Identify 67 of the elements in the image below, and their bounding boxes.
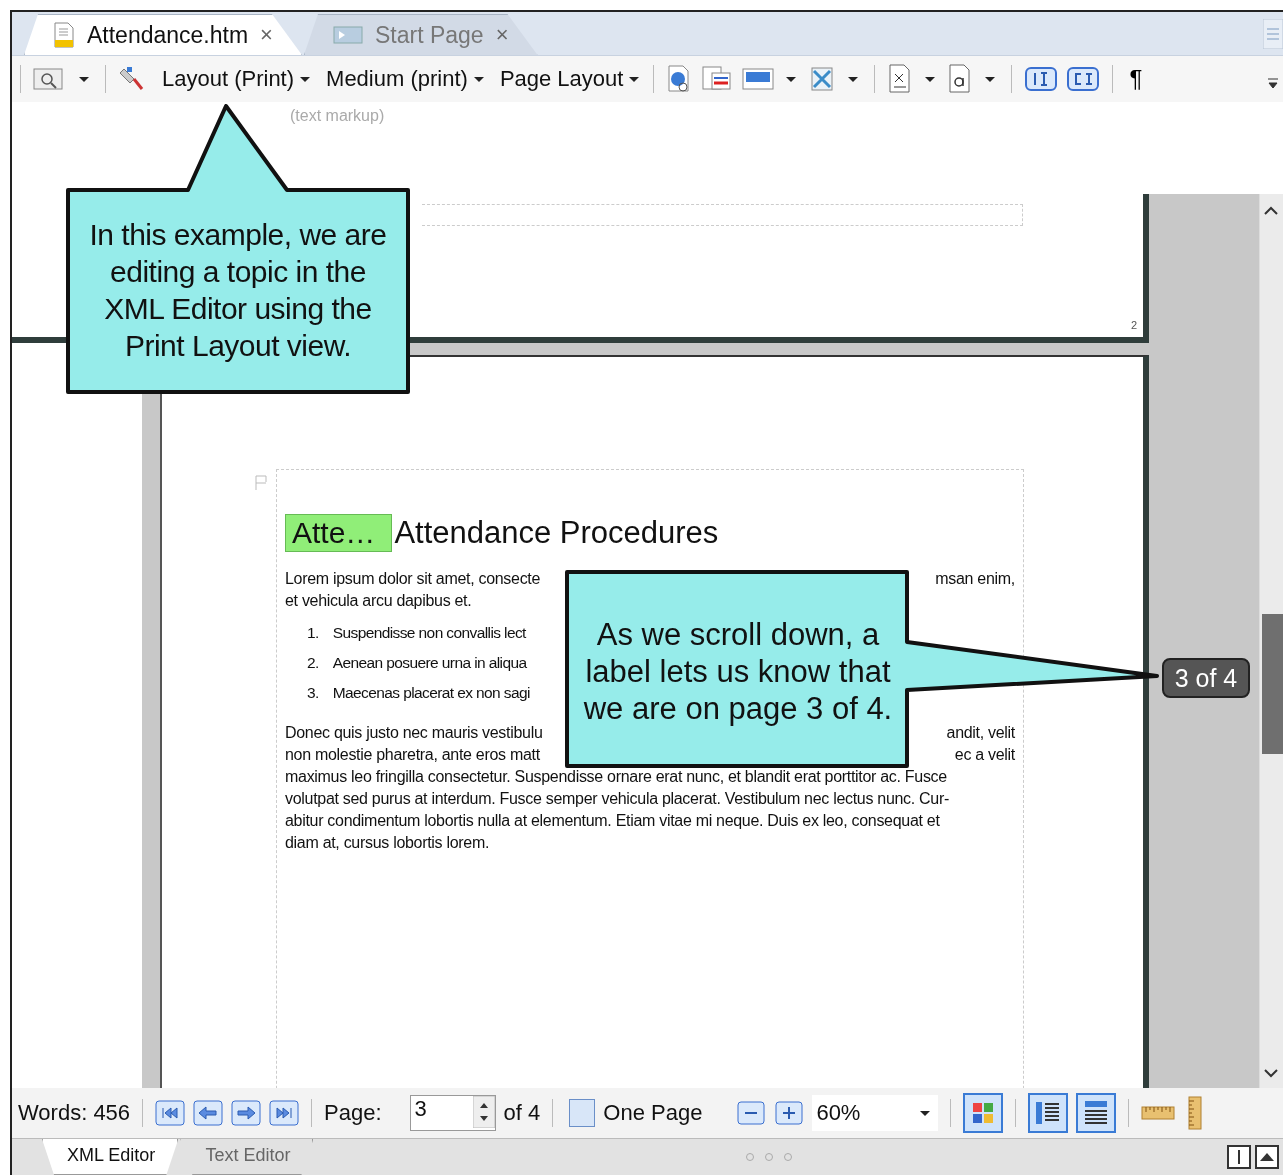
list-number: 3. — [307, 684, 319, 703]
page-indicator-label: 3 of 4 — [1162, 658, 1250, 698]
single-column-icon[interactable] — [1028, 1093, 1069, 1133]
close-icon[interactable]: × — [260, 22, 273, 48]
editor-tab[interactable]: XML Editor — [42, 1139, 179, 1175]
expand-icon[interactable] — [1255, 1145, 1279, 1169]
scroll-up-icon[interactable] — [1264, 206, 1278, 215]
page-total: of 4 — [503, 1100, 541, 1126]
show-marks-button[interactable]: ¶ — [1125, 65, 1147, 93]
info-tag-icon[interactable] — [1024, 65, 1059, 93]
body-text: ec a velit — [954, 745, 1015, 765]
word-count: Words: 456 — [18, 1100, 131, 1126]
body-text: Donec quis justo nec mauris vestibulu — [285, 723, 543, 743]
caret-icon[interactable] — [79, 76, 89, 82]
body-text: andit, velit — [946, 723, 1015, 743]
page-spinner[interactable]: 3 — [409, 1095, 496, 1131]
scrollbar-thumb[interactable] — [1262, 614, 1283, 754]
page-number: 2 — [1130, 319, 1137, 331]
caret-icon[interactable] — [786, 76, 797, 82]
zoom-out-icon[interactable] — [736, 1100, 767, 1126]
caret-icon[interactable] — [925, 76, 936, 82]
callout-text: As we scroll down, a label lets us know that we are on page 3 of 4. — [582, 616, 894, 727]
spin-arrows-icon[interactable] — [472, 1096, 495, 1128]
element-tag[interactable]: Atte… — [285, 514, 393, 552]
body-text: et vehicula arcu dapibus et. — [285, 591, 472, 611]
previous-page-icon[interactable] — [193, 1100, 224, 1126]
next-page-icon[interactable] — [231, 1100, 262, 1126]
list-number: 1. — [307, 624, 319, 643]
close-icon[interactable]: × — [495, 22, 509, 48]
view-dropdown[interactable]: Layout (Print) — [156, 66, 313, 92]
body-text: volutpat sed purus at interdum. Fusce semper vehicula placerat. Vestibulum nec lectus nunc. Cur- — [285, 789, 949, 809]
image-icon[interactable] — [742, 67, 775, 91]
document-tab[interactable]: Attendance.htm × — [24, 14, 302, 55]
body-text: diam at, cursus lobortis lorem. — [285, 833, 490, 853]
start-page-icon — [332, 25, 363, 45]
scroll-down-icon[interactable] — [1264, 1069, 1278, 1078]
grip-dots-icon[interactable] — [744, 1152, 795, 1162]
caret-icon[interactable] — [985, 76, 996, 82]
body-text: non molestie pharetra, ante eros matt — [285, 745, 540, 765]
list-item-text: Aenean posuere urna in aliqua — [332, 654, 527, 673]
list-item-text: Suspendisse non convallis lect — [332, 624, 526, 643]
layout-grid-icon[interactable] — [963, 1093, 1004, 1133]
topic-heading: Attendance Procedures — [394, 515, 719, 551]
ci-tag-icon[interactable] — [1066, 65, 1101, 93]
first-page-icon[interactable] — [155, 1100, 186, 1126]
body-text: abitur condimentum lobortis nulla at elementum. Etiam vitae mi neque. Duis ex leo, consequat et — [285, 811, 940, 831]
document-icon — [53, 22, 75, 48]
list-number: 2. — [307, 654, 319, 673]
caret-icon[interactable] — [848, 76, 859, 82]
two-row-icon[interactable] — [1076, 1093, 1117, 1133]
split-view-icon[interactable] — [1227, 1145, 1251, 1169]
body-text: maximus leo fringilla consectetur. Suspendisse ornare erat nunc, et blandit erat porttitor ac. Fusce — [285, 767, 947, 787]
body-text: Lorem ipsum dolor sit amet, consecte — [285, 569, 541, 589]
zoom-dropdown[interactable]: 60% — [812, 1095, 939, 1131]
list-item-text: Maecenas placerat ex non sagi — [332, 684, 530, 703]
zoom-in-icon[interactable] — [774, 1100, 805, 1126]
document-tab[interactable]: Start Page × — [303, 14, 538, 55]
one-page-label: One Page — [603, 1100, 703, 1126]
view-dropdown[interactable]: Medium (print) — [320, 66, 486, 92]
markup-hint: (text markup) — [290, 107, 385, 125]
callout-text: In this example, we are editing a topic in the XML Editor using the Print Layout view. — [88, 217, 388, 364]
body-text: msan enim, — [935, 569, 1015, 589]
block-marker-icon — [255, 475, 267, 491]
one-page-checkbox[interactable] — [569, 1099, 596, 1127]
view-dropdown[interactable]: Page Layout — [493, 66, 642, 92]
page-label: Page: — [324, 1100, 382, 1126]
last-page-icon[interactable] — [269, 1100, 300, 1126]
